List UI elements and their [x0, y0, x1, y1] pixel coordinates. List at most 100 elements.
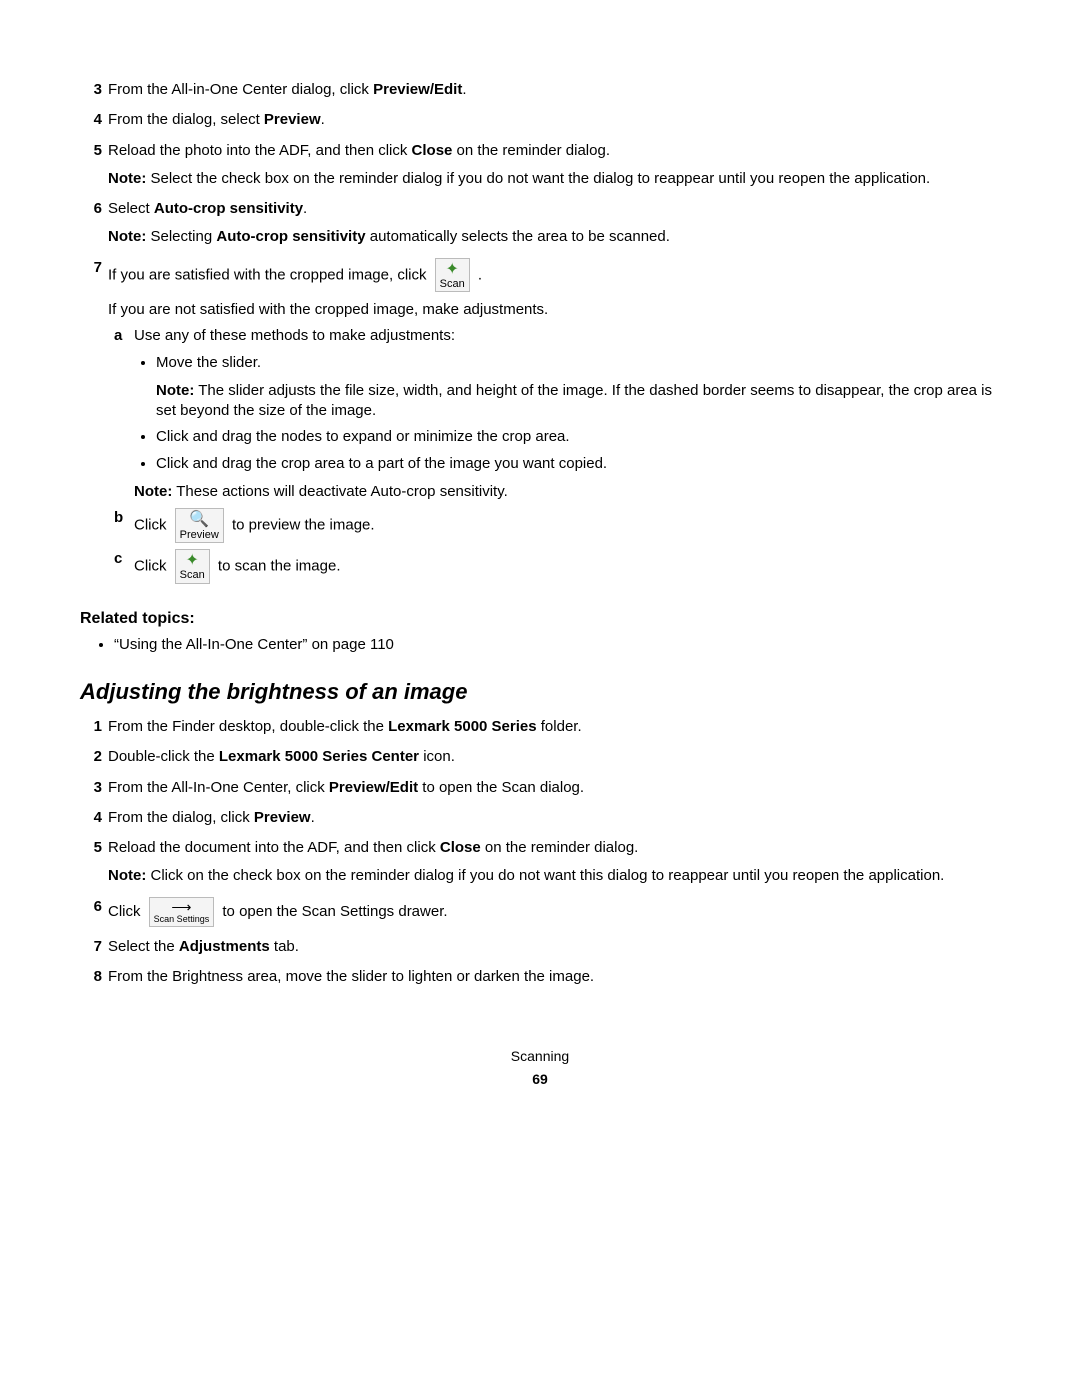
text: to open the Scan Settings drawer.: [222, 903, 447, 920]
brightness-step-3: 3 From the All-In-One Center, click Prev…: [80, 778, 1000, 798]
bold-text: Adjustments: [179, 938, 270, 955]
text: From the All-In-One Center, click: [108, 779, 329, 796]
bold-text: Preview: [264, 111, 321, 128]
bold-text: Preview: [254, 809, 311, 826]
text: Double-click the: [108, 748, 219, 765]
step-body: Select Auto-crop sensitivity. Note: Sele…: [108, 199, 1000, 248]
note-label: Note:: [156, 382, 194, 399]
bullet-item: Move the slider. Note: The slider adjust…: [156, 353, 1000, 422]
note-body: Click on the check box on the reminder d…: [146, 867, 944, 884]
bold-text: Close: [412, 142, 453, 159]
preview-button-icon: 🔍 Preview: [175, 508, 224, 543]
star-icon: ✦: [180, 552, 205, 570]
step-body: Select the Adjustments tab.: [108, 937, 1000, 957]
step-body: From the Brightness area, move the slide…: [108, 967, 1000, 987]
note: Note: These actions will deactivate Auto…: [134, 482, 1000, 502]
step-number: 7: [80, 937, 102, 957]
wrench-icon: ⟶: [154, 900, 210, 915]
scan-settings-button-icon: ⟶ Scan Settings: [149, 897, 215, 927]
text: Select: [108, 200, 154, 217]
text: icon.: [419, 748, 455, 765]
scan-button-icon: ✦ Scan: [435, 258, 470, 293]
step-5: 5 Reload the photo into the ADF, and the…: [80, 141, 1000, 190]
bold-text: Auto-crop sensitivity: [154, 200, 303, 217]
text: on the reminder dialog.: [452, 142, 610, 159]
step-number: 7: [80, 258, 102, 590]
text: Reload the document into the ADF, and th…: [108, 839, 440, 856]
bold-text: Preview/Edit: [329, 779, 418, 796]
step-body: Click ⟶ Scan Settings to open the Scan S…: [108, 897, 1000, 927]
step-number: 8: [80, 967, 102, 987]
icon-label: Scan Settings: [154, 915, 210, 925]
note-body: Select the check box on the reminder dia…: [146, 170, 930, 187]
substep-body: Click 🔍 Preview to preview the image.: [134, 508, 1000, 543]
note-label: Note:: [108, 170, 146, 187]
brightness-step-8: 8 From the Brightness area, move the sli…: [80, 967, 1000, 987]
text: Click: [134, 557, 171, 574]
brightness-step-1: 1 From the Finder desktop, double-click …: [80, 717, 1000, 737]
step-number: 2: [80, 747, 102, 767]
step-number: 4: [80, 808, 102, 828]
substep-letter: c: [114, 549, 134, 584]
step-number: 4: [80, 110, 102, 130]
text: to preview the image.: [232, 517, 375, 534]
step-body: If you are satisfied with the cropped im…: [108, 258, 1000, 590]
substep-letter: b: [114, 508, 134, 543]
note: Note: Select the check box on the remind…: [108, 169, 1000, 189]
text: From the dialog, click: [108, 809, 254, 826]
text: .: [462, 81, 466, 98]
page-footer: Scanning 69: [80, 1047, 1000, 1089]
text: Select the: [108, 938, 179, 955]
step-body: Reload the document into the ADF, and th…: [108, 838, 1000, 887]
related-topics-list: “Using the All-In-One Center” on page 11…: [114, 635, 1000, 655]
substep-body: Use any of these methods to make adjustm…: [134, 326, 1000, 502]
bullet-list: Move the slider. Note: The slider adjust…: [156, 353, 1000, 474]
step-number: 3: [80, 778, 102, 798]
step-number: 6: [80, 199, 102, 248]
text: to scan the image.: [218, 557, 341, 574]
icon-label: Scan: [440, 278, 465, 290]
step-body: From the dialog, click Preview.: [108, 808, 1000, 828]
text: If you are satisfied with the cropped im…: [108, 266, 431, 283]
text: on the reminder dialog.: [481, 839, 639, 856]
step-number: 5: [80, 141, 102, 190]
related-topics-heading: Related topics:: [80, 608, 1000, 630]
step-body: Reload the photo into the ADF, and then …: [108, 141, 1000, 190]
step-body: From the dialog, select Preview.: [108, 110, 1000, 130]
note-label: Note:: [134, 483, 172, 500]
note-body: These actions will deactivate Auto-crop …: [172, 483, 507, 500]
text: automatically selects the area to be sca…: [366, 228, 670, 245]
brightness-step-4: 4 From the dialog, click Preview.: [80, 808, 1000, 828]
note: Note: Click on the check box on the remi…: [108, 866, 1000, 886]
note-label: Note:: [108, 867, 146, 884]
icon-label: Preview: [180, 529, 219, 541]
text: .: [321, 111, 325, 128]
text: From the Finder desktop, double-click th…: [108, 718, 388, 735]
step-number: 6: [80, 897, 102, 927]
step-number: 5: [80, 838, 102, 887]
section-heading-adjusting-brightness: Adjusting the brightness of an image: [80, 677, 1000, 707]
related-topic-item: “Using the All-In-One Center” on page 11…: [114, 635, 1000, 655]
bullet-item: Click and drag the nodes to expand or mi…: [156, 427, 1000, 447]
text: From the dialog, select: [108, 111, 264, 128]
step-body: From the All-in-One Center dialog, click…: [108, 80, 1000, 100]
substep-letter: a: [114, 326, 134, 502]
bold-text: Auto-crop sensitivity: [216, 228, 365, 245]
step-6: 6 Select Auto-crop sensitivity. Note: Se…: [80, 199, 1000, 248]
note: Note: The slider adjusts the file size, …: [156, 381, 1000, 422]
step-3: 3 From the All-in-One Center dialog, cli…: [80, 80, 1000, 100]
step-4: 4 From the dialog, select Preview.: [80, 110, 1000, 130]
star-icon: ✦: [440, 261, 465, 279]
step-7: 7 If you are satisfied with the cropped …: [80, 258, 1000, 590]
text: Click: [134, 517, 171, 534]
bold-text: Lexmark 5000 Series: [388, 718, 536, 735]
step-body: From the All-In-One Center, click Previe…: [108, 778, 1000, 798]
text: Selecting: [146, 228, 216, 245]
scan-button-icon: ✦ Scan: [175, 549, 210, 584]
substep-c: c Click ✦ Scan to scan the image.: [114, 549, 1000, 584]
step-number: 3: [80, 80, 102, 100]
text: Click: [108, 903, 145, 920]
brightness-step-7: 7 Select the Adjustments tab.: [80, 937, 1000, 957]
bold-text: Preview/Edit: [373, 81, 462, 98]
text: .: [478, 266, 482, 283]
